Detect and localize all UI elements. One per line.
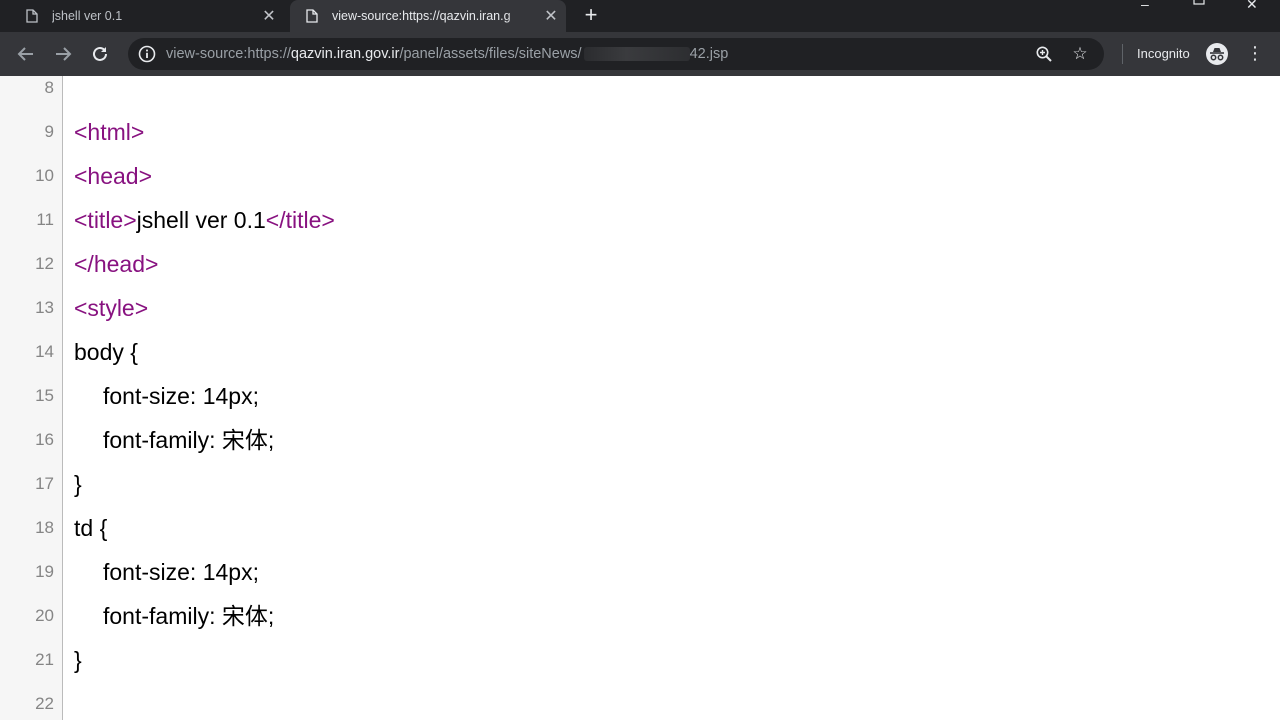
reload-icon[interactable] bbox=[88, 42, 112, 66]
source-line: 17} bbox=[0, 462, 1280, 506]
line-number: 14 bbox=[35, 342, 54, 361]
page-icon bbox=[26, 9, 38, 23]
plus-icon[interactable]: + bbox=[578, 3, 604, 29]
incognito-icon[interactable] bbox=[1205, 42, 1229, 66]
page-icon bbox=[306, 9, 318, 23]
line-number: 11 bbox=[36, 210, 54, 229]
incognito-label[interactable]: Incognito bbox=[1137, 46, 1190, 61]
code-text[interactable]: font-family: 宋体; bbox=[74, 418, 274, 462]
code-text[interactable]: font-size: 14px; bbox=[74, 374, 259, 418]
info-icon[interactable] bbox=[138, 45, 156, 63]
tab-title: jshell ver 0.1 bbox=[52, 9, 123, 23]
source-line: 11 <title>jshell ver 0.1</title> bbox=[0, 198, 1280, 242]
line-number: 9 bbox=[44, 122, 54, 141]
toolbar-divider bbox=[1122, 44, 1123, 64]
text-content: } bbox=[74, 647, 82, 673]
line-number: 17 bbox=[35, 474, 54, 493]
maximize-icon[interactable] bbox=[1193, 0, 1205, 8]
source-line: 9 <html> bbox=[0, 110, 1280, 154]
source-line: 14 body { bbox=[0, 330, 1280, 374]
text-content: font-family: 宋体; bbox=[103, 427, 275, 453]
text-content: font-size: 14px; bbox=[103, 559, 259, 585]
source-line: 22 bbox=[0, 682, 1280, 726]
tab-strip: jshell ver 0.1 ✕ view-source:https://qaz… bbox=[0, 0, 1280, 32]
source-line: 13 <style> bbox=[0, 286, 1280, 330]
tab-jshell[interactable]: jshell ver 0.1 ✕ bbox=[0, 0, 286, 32]
url-suffix: 42.jsp bbox=[689, 46, 729, 62]
text-content: font-family: 宋体; bbox=[103, 603, 275, 629]
source-line: 18 td { bbox=[0, 506, 1280, 550]
code-text[interactable]: <style> bbox=[74, 286, 148, 330]
source-view: 8 9 <html> 10 <head> 11 <title>jshell ver 0.1<… bbox=[0, 76, 1280, 720]
redacted-segment bbox=[583, 47, 690, 61]
open-tag: <html> bbox=[74, 119, 145, 145]
code-text[interactable]: } bbox=[74, 638, 82, 682]
menu-dots-icon[interactable]: ⋮ bbox=[1246, 42, 1264, 66]
code-text[interactable]: body { bbox=[74, 330, 138, 374]
source-line: 19 font-size: 14px; bbox=[0, 550, 1280, 594]
minimize-icon[interactable]: – bbox=[1141, 0, 1149, 12]
open-tag: <head> bbox=[74, 163, 153, 189]
line-number: 12 bbox=[35, 254, 54, 273]
code-text[interactable]: <html> bbox=[74, 110, 144, 154]
text-content: jshell ver 0.1 bbox=[136, 207, 266, 233]
open-tag: </head> bbox=[74, 251, 159, 277]
source-line: 20 font-family: 宋体; bbox=[0, 594, 1280, 638]
source-line: 16 font-family: 宋体; bbox=[0, 418, 1280, 462]
open-tag: <style> bbox=[74, 295, 149, 321]
code-text[interactable]: font-size: 14px; bbox=[74, 550, 259, 594]
line-number: 13 bbox=[35, 298, 54, 317]
close-tag: </title> bbox=[265, 207, 335, 233]
source-line: 10 <head> bbox=[0, 154, 1280, 198]
text-content: font-size: 14px; bbox=[103, 383, 259, 409]
source-line: 21} bbox=[0, 638, 1280, 682]
line-number: 15 bbox=[35, 386, 54, 405]
code-text[interactable]: font-family: 宋体; bbox=[74, 594, 274, 638]
source-line: 15 font-size: 14px; bbox=[0, 374, 1280, 418]
line-number: 21 bbox=[35, 650, 54, 669]
code-text[interactable]: } bbox=[74, 462, 82, 506]
code-text[interactable]: <title>jshell ver 0.1</title> bbox=[74, 198, 335, 242]
url-host: qazvin.iran.gov.ir bbox=[290, 46, 400, 62]
text-content: body { bbox=[74, 339, 138, 365]
code-text[interactable]: td { bbox=[74, 506, 107, 550]
url-prefix: view-source:https:// bbox=[166, 46, 291, 62]
window-close-icon[interactable]: ✕ bbox=[1246, 0, 1258, 12]
line-number: 20 bbox=[35, 606, 54, 625]
line-number: 8 bbox=[44, 78, 54, 97]
source-line: 12 </head> bbox=[0, 242, 1280, 286]
line-number: 16 bbox=[35, 430, 54, 449]
line-number: 10 bbox=[35, 166, 54, 185]
close-icon[interactable]: ✕ bbox=[254, 6, 284, 26]
source-line: 8 bbox=[0, 66, 1280, 110]
url-path: /panel/assets/files/siteNews/ bbox=[399, 46, 582, 62]
code-text[interactable]: <head> bbox=[74, 154, 152, 198]
text-content: } bbox=[74, 471, 82, 497]
line-number: 22 bbox=[35, 694, 54, 713]
url-text[interactable]: view-source:https://qazvin.iran.gov.ir/p… bbox=[166, 46, 728, 62]
tab-title: view-source:https://qazvin.iran.g bbox=[332, 9, 511, 23]
tab-view-source[interactable]: view-source:https://qazvin.iran.g ✕ bbox=[290, 0, 566, 32]
close-icon[interactable]: ✕ bbox=[536, 6, 566, 26]
code-text[interactable]: </head> bbox=[74, 242, 158, 286]
line-number: 18 bbox=[35, 518, 54, 537]
line-number: 19 bbox=[35, 562, 54, 581]
forward-arrow-icon[interactable] bbox=[51, 42, 75, 66]
back-arrow-icon[interactable] bbox=[14, 42, 38, 66]
open-tag: <title> bbox=[74, 207, 137, 233]
text-content: td { bbox=[74, 515, 108, 541]
